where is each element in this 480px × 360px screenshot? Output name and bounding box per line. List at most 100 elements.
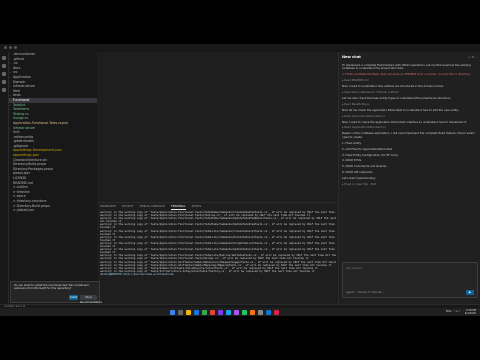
extension-recommendation-toast: Do you want to install the recommended '… <box>10 281 102 304</box>
menu-dot-icon[interactable] <box>4 46 7 49</box>
app-icon[interactable] <box>266 309 271 315</box>
tree-item-label: src <box>13 70 18 75</box>
menu-dot-icon[interactable] <box>9 46 12 49</box>
explorer-sidebar: › .devcontainer › .github › .vs › docs ⌄ src › Appl… <box>9 52 98 304</box>
panel-tab[interactable]: TERMINAL <box>170 203 186 210</box>
app-icon[interactable] <box>202 309 207 315</box>
app-icon[interactable] <box>242 309 247 315</box>
tree-item-label: Application <box>13 74 31 79</box>
tree-item-label: Testing.cs <box>13 111 29 116</box>
chat-title: New chat <box>342 55 361 59</box>
tree-item-label: Todolist <box>13 102 26 107</box>
app-icon[interactable] <box>258 309 263 315</box>
clock[interactable]: 2:58 PM 4/1/2025 <box>465 309 476 316</box>
chat-message: Let me also check the base entity types … <box>342 95 451 100</box>
terminal-line: warning: in the working copy of 'tests/A… <box>100 241 336 245</box>
show-recommendations-button[interactable]: Show Recommendations <box>80 295 102 304</box>
tree-item-label: .gitignore <box>13 143 29 148</box>
panel-tab[interactable]: PORTS <box>192 203 201 210</box>
chat-input-placeholder: Ask Copilot <box>346 266 362 270</box>
app-icon[interactable] <box>210 309 215 315</box>
tree-item-label: appsettings.json <box>13 153 40 158</box>
tree-item-label: .devcontainer <box>13 52 35 56</box>
tree-item-label: tests <box>13 93 21 98</box>
tree-item-label: Directory.Build.props <box>13 162 47 167</box>
tree-item-label: > outline <box>13 185 28 190</box>
tree-item-label: > timeline <box>13 189 30 194</box>
chat-message: 4. CRUD DTOs <box>342 158 362 163</box>
app-icon[interactable] <box>234 309 239 315</box>
chat-message: I'll implement a complete fixed feature … <box>342 63 471 71</box>
terminal-output[interactable]: warning: in the working copy of 'tests/A… <box>100 211 336 302</box>
explorer-icon[interactable] <box>2 56 6 60</box>
chat-message: 2. Add Fixed to ApplicationDbContext <box>342 146 393 151</box>
chat-panel: New chat + ⟲ ⋯ I'll implement a complete… <box>338 52 480 304</box>
tree-item-label: CleanArchitecture.sln <box>13 157 48 162</box>
tree-item-label: Web <box>13 88 20 93</box>
taskbar: ENG ⌃ ⊙ ♪ 2:58 PM 4/1/2025 <box>0 308 480 316</box>
tree-item-label: Infrastructure <box>13 125 35 130</box>
tree-item-label: .github <box>13 56 25 61</box>
chat-input[interactable]: Ask Copilot Agent ⌄ Claude 3.7 Sonnet ⌄ … <box>342 262 478 298</box>
system-tray[interactable]: ENG ⌃ ⊙ ♪ <box>446 310 460 313</box>
chat-message: 3. Fixed Entity Configuration (for EF Co… <box>342 152 398 157</box>
extensions-icon[interactable] <box>2 88 6 92</box>
send-button[interactable]: ▶ <box>466 290 474 295</box>
tree-item-label: README.md <box>13 180 33 185</box>
chat-message: 6. CRUD API endpoints <box>342 170 373 175</box>
tree-item-label: Directory.Packages.props <box>13 166 54 171</box>
terminal-line: warning: in the working copy of 'tests/A… <box>100 217 336 221</box>
model-selector[interactable]: Agent ⌄ Claude 3.7 Sonnet ⌄ <box>346 291 384 294</box>
terminal-line: warning: in the working copy of 'tests/A… <box>100 235 336 239</box>
tool-call-item[interactable]: ▸ Read IApplicationDbContext.cs <box>342 126 476 130</box>
tool-call-item[interactable]: ▸ Read ApplicationDbContext.cs <box>342 114 476 118</box>
chat-message: Now let me check the application DbConte… <box>342 107 459 112</box>
menu-dot-icon[interactable] <box>14 46 17 49</box>
tree-item[interactable]: > global.json <box>9 208 97 213</box>
tool-call-item[interactable]: ▸ Fixed.cs (new file) · Edit <box>342 182 476 186</box>
tree-item-label: > directory-structure <box>13 199 47 203</box>
tree-item-label: LICENSE <box>13 176 27 181</box>
tree-item-label: .gitattributes <box>13 139 34 144</box>
terminal-line: ubuntu@DESKTOP:/mnt/c/source/clean-archi… <box>100 272 174 276</box>
activity-bar <box>0 52 9 304</box>
tree-item-label: Application.Functional.Tests.csproj <box>13 120 68 125</box>
editor-area: PROBLEMS OUTPUT DEBUG CONSOLE TERMINAL PORTS… <box>97 52 341 304</box>
tool-call-item[interactable]: ▸ Searched codebase for "domain entities… <box>342 90 476 94</box>
search-icon[interactable] <box>2 64 6 68</box>
terminal-line: warning: in the working copy of 'tests/A… <box>100 248 336 252</box>
tree-item-label: > azure <box>13 194 26 199</box>
browser-icon[interactable] <box>194 309 199 315</box>
run-debug-icon[interactable] <box>2 80 6 84</box>
tool-call-item[interactable]: ▸ Read README.md <box>342 78 476 82</box>
tree-item-label: > Directory.Build.props <box>13 203 50 208</box>
terminal-line: warning: in the working copy of 'tests/A… <box>100 223 336 227</box>
app-icon[interactable] <box>274 309 279 315</box>
chat-header-icons[interactable]: + ⟲ ⋯ <box>468 55 478 59</box>
start-icon[interactable] <box>170 309 175 315</box>
tree-item-label: Unit <box>13 130 20 135</box>
panel-tabs: PROBLEMS OUTPUT DEBUG CONSOLE TERMINAL PORTS <box>97 202 341 210</box>
app-icon[interactable] <box>250 309 255 315</box>
clock-date: 4/1/2025 <box>464 311 476 315</box>
vscode-icon[interactable] <box>218 309 223 315</box>
panel-tab[interactable]: OUTPUT <box>122 203 134 210</box>
install-button[interactable]: Install <box>69 295 78 300</box>
chat-message: Now I need to check the application DbCo… <box>342 119 467 124</box>
chat-message: ⚠ Folder src/Web/ClientApp does not exis… <box>342 72 471 77</box>
panel-tab[interactable]: DEBUG CONSOLE <box>140 203 165 210</box>
file-explorer-icon[interactable] <box>186 309 191 315</box>
panel-tab[interactable]: PROBLEMS <box>100 203 116 210</box>
search-taskbar-icon[interactable] <box>178 309 183 315</box>
app-icon[interactable] <box>226 309 231 315</box>
tree-item-label: appsettings.Development.json <box>13 148 62 153</box>
tree-item-label: Domain <box>13 79 26 84</box>
tool-call-item[interactable]: ▸ Read BaseEntity.cs <box>342 102 476 106</box>
chat-messages: I'll implement a complete fixed feature … <box>342 63 476 189</box>
screen: › .devcontainer › .github › .vs › docs ⌄ src › Appl… <box>0 44 480 316</box>
tree-item-label: Functional <box>13 97 30 102</box>
window-controls <box>4 46 17 49</box>
tree-item-label: > global.json <box>13 208 34 213</box>
chat-message: 1. Fixed entity <box>342 140 362 145</box>
source-control-icon[interactable] <box>2 72 6 76</box>
